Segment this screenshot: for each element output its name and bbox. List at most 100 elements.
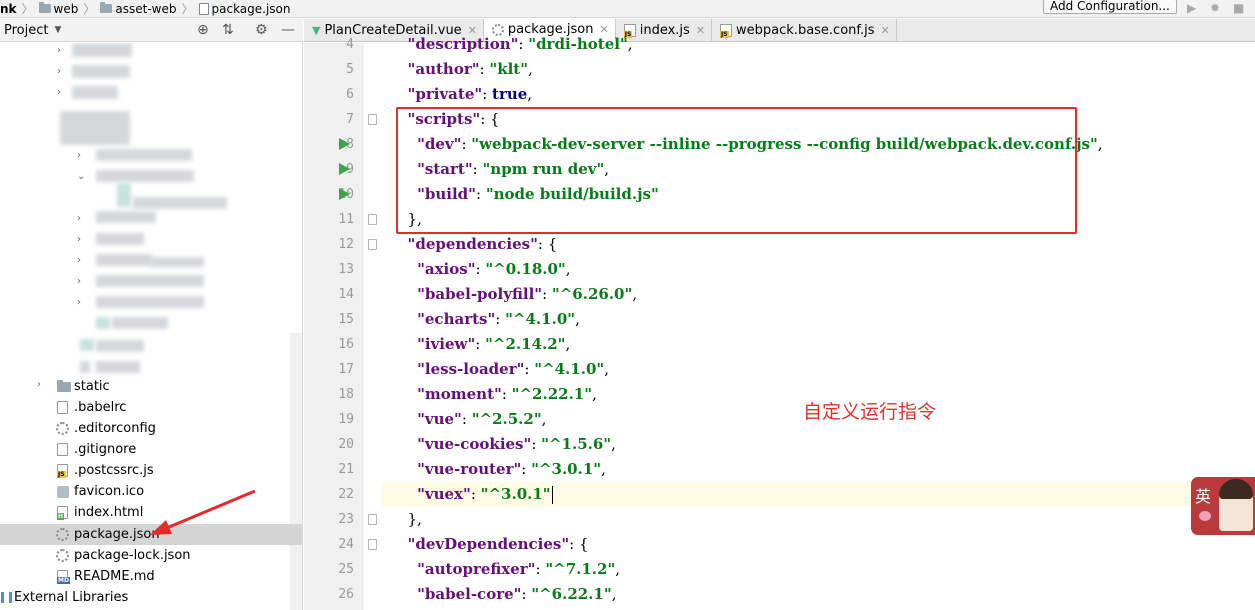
code-text: },	[398, 510, 422, 528]
tree-item-label: .editorconfig	[74, 421, 156, 436]
code-text: "iview": "^2.14.2",	[417, 335, 571, 353]
tree-item-label: package-lock.json	[74, 548, 191, 563]
tree-item-external-libraries[interactable]: External Libraries	[0, 587, 302, 608]
obscured-item	[60, 111, 130, 145]
annotation-arrow	[150, 489, 256, 535]
chevron-right-icon[interactable]: ›	[57, 87, 61, 98]
line-number: 22	[338, 487, 354, 502]
code-line[interactable]: 26 "babel-core": "^6.22.1",	[304, 582, 1255, 607]
obscured-item	[72, 43, 132, 57]
code-line[interactable]: 23 },	[304, 507, 1255, 532]
obscured-item	[112, 317, 168, 329]
code-line[interactable]: 21 "vue-router": "^3.0.1",	[304, 457, 1255, 482]
stop-icon[interactable]: ■	[1233, 1, 1244, 15]
json-file-icon	[56, 549, 69, 562]
code-line[interactable]: 22 "vuex": "^3.0.1"	[304, 482, 1255, 507]
run-icon[interactable]: ▶	[1187, 1, 1196, 15]
code-line[interactable]: 5 "author": "klt",	[304, 57, 1255, 82]
tree-item-label: favicon.ico	[74, 484, 145, 499]
tree-item-label: .babelrc	[74, 400, 127, 415]
line-number: 15	[338, 312, 354, 327]
fold-marker-icon[interactable]	[368, 514, 377, 525]
run-script-icon[interactable]	[339, 138, 350, 150]
project-panel-title[interactable]: Project	[4, 23, 48, 38]
code-text: "axios": "^0.18.0",	[417, 260, 571, 278]
code-line[interactable]: 24 "devDependencies": {	[304, 532, 1255, 557]
code-text: "description": "drdi-hotel",	[407, 35, 633, 53]
avatar-hair	[1219, 479, 1253, 499]
obscured-item	[96, 317, 110, 329]
obscured-item	[133, 197, 227, 209]
fold-marker-icon[interactable]	[368, 539, 377, 550]
code-line[interactable]: 6 "private": true,	[304, 82, 1255, 107]
file-icon	[57, 401, 68, 414]
code-text: "dependencies": {	[407, 235, 558, 253]
tree-item-gitignore[interactable]: .gitignore	[0, 439, 302, 460]
code-line[interactable]: 20 "vue-cookies": "^1.5.6",	[304, 432, 1255, 457]
debug-icon[interactable]: ✹	[1210, 1, 1220, 15]
breadcrumb-item[interactable]: nk	[0, 0, 17, 18]
breadcrumb-label: asset-web	[115, 1, 177, 16]
code-line[interactable]: 17 "less-loader": "^4.1.0",	[304, 357, 1255, 382]
chevron-right-icon[interactable]: ›	[77, 255, 81, 266]
line-number: 20	[338, 437, 354, 452]
add-configuration-button[interactable]: Add Configuration...	[1043, 0, 1177, 14]
tree-item-postcssrc[interactable]: .postcssrc.js	[0, 460, 302, 481]
code-text: "vue-router": "^3.0.1",	[417, 460, 606, 478]
breadcrumb-item[interactable]: web	[38, 0, 78, 18]
chevron-right-icon[interactable]: ›	[77, 297, 81, 308]
locate-icon[interactable]: ⊕	[197, 22, 209, 38]
code-line[interactable]: 25 "autoprefixer": "^7.1.2",	[304, 557, 1255, 582]
breadcrumb-item[interactable]: package.json	[198, 0, 291, 18]
chevron-right-icon[interactable]: ›	[57, 66, 61, 77]
line-number: 4	[346, 37, 354, 52]
chevron-down-icon[interactable]: ⌄	[77, 171, 85, 182]
chevron-right-icon[interactable]: ›	[77, 276, 81, 287]
chevron-right-icon[interactable]: ›	[77, 234, 81, 245]
collapse-icon[interactable]: ⇅	[222, 22, 234, 38]
obscured-item	[96, 296, 204, 308]
obscured-item	[96, 211, 156, 223]
navigation-breadcrumb: nk 〉 web 〉 asset-web 〉 package.json Add …	[0, 0, 1255, 18]
code-line[interactable]: 19 "vue": "^2.5.2",	[304, 407, 1255, 432]
code-line[interactable]: 15 "echarts": "^4.1.0",	[304, 307, 1255, 332]
image-file-icon	[57, 486, 69, 498]
line-number: 12	[338, 237, 354, 252]
fold-marker-icon[interactable]	[368, 114, 377, 125]
fold-marker-icon[interactable]	[368, 214, 377, 225]
run-script-icon[interactable]	[339, 188, 350, 200]
code-line[interactable]: 14 "babel-polyfill": "^6.26.0",	[304, 282, 1255, 307]
fold-marker-icon[interactable]	[368, 239, 377, 250]
folder-icon	[100, 2, 113, 13]
gear-icon	[56, 422, 69, 435]
obscured-item	[96, 170, 194, 182]
obscured-item	[150, 257, 204, 267]
markdown-file-icon	[57, 570, 70, 584]
chevron-right-icon[interactable]: ›	[57, 45, 61, 56]
code-line[interactable]: 16 "iview": "^2.14.2",	[304, 332, 1255, 357]
tree-item-label: .gitignore	[74, 442, 137, 457]
chevron-down-icon[interactable]: ▼	[54, 25, 61, 35]
code-line[interactable]: 18 "moment": "^2.22.1",	[304, 382, 1255, 407]
tree-item-static[interactable]: › static	[0, 376, 302, 397]
gear-icon[interactable]: ⚙	[255, 22, 268, 38]
code-text: "autoprefixer": "^7.1.2",	[417, 560, 621, 578]
run-script-icon[interactable]	[339, 163, 350, 175]
breadcrumb-item[interactable]: asset-web	[100, 0, 176, 18]
chevron-right-icon[interactable]: ›	[37, 379, 41, 390]
line-number: 17	[338, 362, 354, 377]
code-line[interactable]: 13 "axios": "^0.18.0",	[304, 257, 1255, 282]
code-line[interactable]: 4 "description": "drdi-hotel",	[304, 32, 1255, 57]
line-number: 6	[346, 87, 354, 102]
code-text: "private": true,	[407, 85, 533, 103]
chevron-right-icon[interactable]: ›	[77, 213, 81, 224]
tree-item-babelrc[interactable]: .babelrc	[0, 397, 302, 418]
code-text: "echarts": "^4.1.0",	[417, 310, 580, 328]
tree-item-package-lock-json[interactable]: package-lock.json	[0, 545, 302, 566]
chevron-right-icon[interactable]: ›	[77, 150, 81, 161]
code-line[interactable]: 12 "dependencies": {	[304, 232, 1255, 257]
tree-item-readme[interactable]: README.md	[0, 566, 302, 587]
assistant-avatar-widget[interactable]: 英	[1191, 477, 1255, 535]
tree-item-editorconfig[interactable]: .editorconfig	[0, 418, 302, 439]
hide-icon[interactable]: —	[281, 22, 295, 38]
